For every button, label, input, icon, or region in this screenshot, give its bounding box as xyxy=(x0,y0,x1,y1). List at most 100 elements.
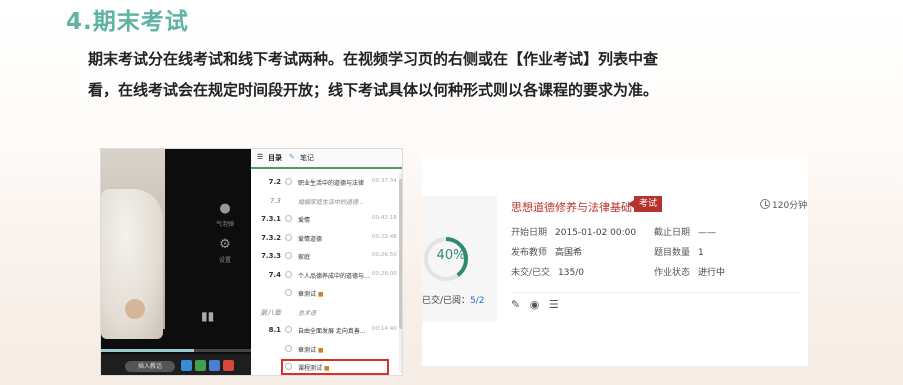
catalog-scrollbar[interactable] xyxy=(399,173,402,373)
catalog-row[interactable]: 第八章 总术语 xyxy=(251,303,401,322)
submitted-label: 已交/已阅： xyxy=(422,296,471,306)
catalog-row-number: 7.3.1 xyxy=(261,215,281,223)
settings-icon[interactable]: ⚙ xyxy=(214,237,236,252)
catalog-row[interactable]: 章测试 ■ xyxy=(251,340,401,359)
exam-title-link[interactable]: 思想道德修养与法律基础 xyxy=(511,199,632,215)
video-progress-bar[interactable] xyxy=(101,349,251,352)
catalog-row-title-text: 婚姻家庭生活中的道德... xyxy=(298,198,364,206)
fullscreen-icon[interactable] xyxy=(209,360,220,371)
highlight-box xyxy=(281,359,389,375)
intro-line-1: 期末考试分在线考试和线下考试两种。在视频学习页的右侧或在【作业考试】列表中查 xyxy=(88,50,659,68)
catalog-row[interactable]: 7.4 个人品德养成中的道德与... 00:28:00 xyxy=(251,266,401,285)
catalog-row[interactable]: 7.3 婚姻家庭生活中的道德... xyxy=(251,192,401,211)
status-circle-icon xyxy=(285,326,292,333)
catalog-row-duration: 00:42:18 xyxy=(372,215,397,221)
catalog-row[interactable]: 7.2 职业生活中的道德与法律 00:37:34 xyxy=(251,173,401,192)
end-date-value: —— xyxy=(698,228,717,238)
catalog-row-title[interactable]: 章测试 ■ xyxy=(298,289,370,298)
list-icon[interactable]: ☰ xyxy=(549,298,559,311)
status-circle-icon xyxy=(285,344,292,352)
lecturer-hand xyxy=(125,299,145,319)
catalog-row-duration: 00:37:34 xyxy=(372,178,397,184)
catalog-row[interactable]: 章测试 ■ xyxy=(251,284,401,303)
catalog-scroll-thumb[interactable] xyxy=(399,179,402,329)
catalog-row-title-text: 个人品德养成中的道德与... xyxy=(298,272,370,280)
card-toolbar: ✎ ◉ ☰ xyxy=(511,298,565,311)
exam-icon: ■ xyxy=(316,291,324,298)
duration-value: 120分钟 xyxy=(772,201,808,211)
catalog-row-title-text: 总术语 xyxy=(298,309,317,317)
comment-icon[interactable]: ● xyxy=(214,201,236,216)
catalog-row-title[interactable]: 个人品德养成中的道德与... xyxy=(298,271,370,280)
catalog-row-number: 7.2 xyxy=(268,178,281,186)
end-date-label: 截止日期 xyxy=(654,228,691,238)
catalog-row-title-text: 章测试 xyxy=(298,291,317,298)
catalog-row[interactable]: 7.3.1 爱情 00:42:18 xyxy=(251,210,401,229)
intro-line-2: 看，在线考试会在规定时间段开放；线下考试具体以何种形式则以各课程的要求为准。 xyxy=(88,81,659,99)
catalog-row-title-text: 章测试 xyxy=(298,346,317,354)
catalog-row-number: 7.3 xyxy=(269,196,281,205)
catalog-list: 7.2 职业生活中的道德与法律 00:37:34 7.3 婚姻家庭生活中的道德... 7.… xyxy=(251,173,401,375)
insert-comment-button[interactable]: 插入教话 xyxy=(125,361,175,372)
progress-panel: 40% 已交/已阅：5/2 xyxy=(422,196,497,322)
share-icon[interactable] xyxy=(181,360,192,371)
teacher-label: 发布教师 xyxy=(511,248,548,258)
submission-stats: 未交/已交 135/0 xyxy=(511,265,584,278)
tab-catalog-icon[interactable]: ☰ xyxy=(257,153,263,161)
catalog-row-duration: 00:22:48 xyxy=(372,233,397,240)
catalog-row-title-text: 职业生活中的道德与法律 xyxy=(298,180,365,187)
catalog-row-duration: 00:26:50 xyxy=(372,252,397,258)
catalog-row-number: 8.1 xyxy=(268,326,281,334)
start-date-value: 2015-01-02 00:00 xyxy=(555,228,637,238)
catalog-row-title-text: 家庭 xyxy=(298,254,311,261)
tab-notes[interactable]: 笔记 xyxy=(300,153,314,163)
status-circle-icon xyxy=(285,270,292,278)
status-circle-icon xyxy=(285,178,292,185)
catalog-row-title[interactable]: 爱情道德 xyxy=(298,234,370,243)
catalog-row-number: 第八章 xyxy=(260,308,281,317)
exam-icon: ■ xyxy=(316,346,324,354)
tab-notes-icon[interactable]: ✎ xyxy=(289,153,295,161)
submitted-value: 5/2 xyxy=(470,296,485,306)
submission-stats-value: 135/0 xyxy=(558,268,584,278)
teacher-value: 高国希 xyxy=(555,248,583,258)
end-date: 截止日期 —— xyxy=(654,225,716,238)
catalog-row-number: 7.3.2 xyxy=(261,233,281,242)
close-icon[interactable] xyxy=(223,360,234,371)
note-icon[interactable] xyxy=(195,360,206,371)
catalog-row-duration: 00:28:00 xyxy=(372,270,397,277)
assignment-status: 作业状态 进行中 xyxy=(654,265,725,278)
catalog-row[interactable]: 8.1 自由全面发展 走向真善... 00:14:40 xyxy=(251,321,401,340)
start-date-label: 开始日期 xyxy=(511,228,548,238)
card-divider xyxy=(511,292,801,293)
course-catalog: ☰ 目录 ✎ 笔记 7.2 职业生活中的道德与法律 00:37:34 7.3 婚姻家庭生… xyxy=(251,149,402,375)
exam-duration: 120分钟 xyxy=(760,198,807,211)
video-progress-fill xyxy=(101,349,194,352)
status-circle-icon xyxy=(285,289,292,296)
catalog-row-title[interactable]: 章测试 ■ xyxy=(298,345,370,354)
catalog-row-title[interactable]: 职业生活中的道德与法律 xyxy=(298,178,370,187)
catalog-row[interactable]: 7.3.2 爱情道德 00:22:48 xyxy=(251,229,401,248)
catalog-row-title[interactable]: 婚姻家庭生活中的道德... xyxy=(298,197,370,206)
catalog-row[interactable]: 课程测试 ■ xyxy=(251,358,401,375)
catalog-row-title[interactable]: 自由全面发展 走向真善... xyxy=(298,326,370,335)
catalog-row-title[interactable]: 爱情 xyxy=(298,215,370,224)
tab-catalog[interactable]: 目录 xyxy=(268,153,282,163)
catalog-row-title[interactable]: 家庭 xyxy=(298,252,370,261)
progress-percent: 40% xyxy=(436,248,466,263)
catalog-row[interactable]: 7.3.3 家庭 00:26:50 xyxy=(251,247,401,266)
catalog-row-number: 7.4 xyxy=(268,270,281,279)
catalog-row-number: 7.3.3 xyxy=(261,252,281,260)
edit-icon[interactable]: ✎ xyxy=(511,298,520,311)
clock-icon xyxy=(760,199,770,209)
catalog-row-title[interactable]: 总术语 xyxy=(298,308,370,317)
catalog-row-duration: 00:14:40 xyxy=(372,326,397,332)
eye-icon[interactable]: ◉ xyxy=(530,298,540,311)
catalog-row-title-text: 自由全面发展 走向真善... xyxy=(298,328,366,335)
video-area[interactable]: ● 气泡弹 ⚙ 设置 ▮▮ 插入教话 xyxy=(101,149,251,375)
catalog-tabs: ☰ 目录 ✎ 笔记 xyxy=(251,149,402,169)
volume-icon[interactable]: ▮▮ xyxy=(201,309,214,323)
status-circle-icon xyxy=(285,252,292,259)
teacher: 发布教师 高国希 xyxy=(511,245,582,258)
section-title: 4.期末考试 xyxy=(66,9,189,35)
